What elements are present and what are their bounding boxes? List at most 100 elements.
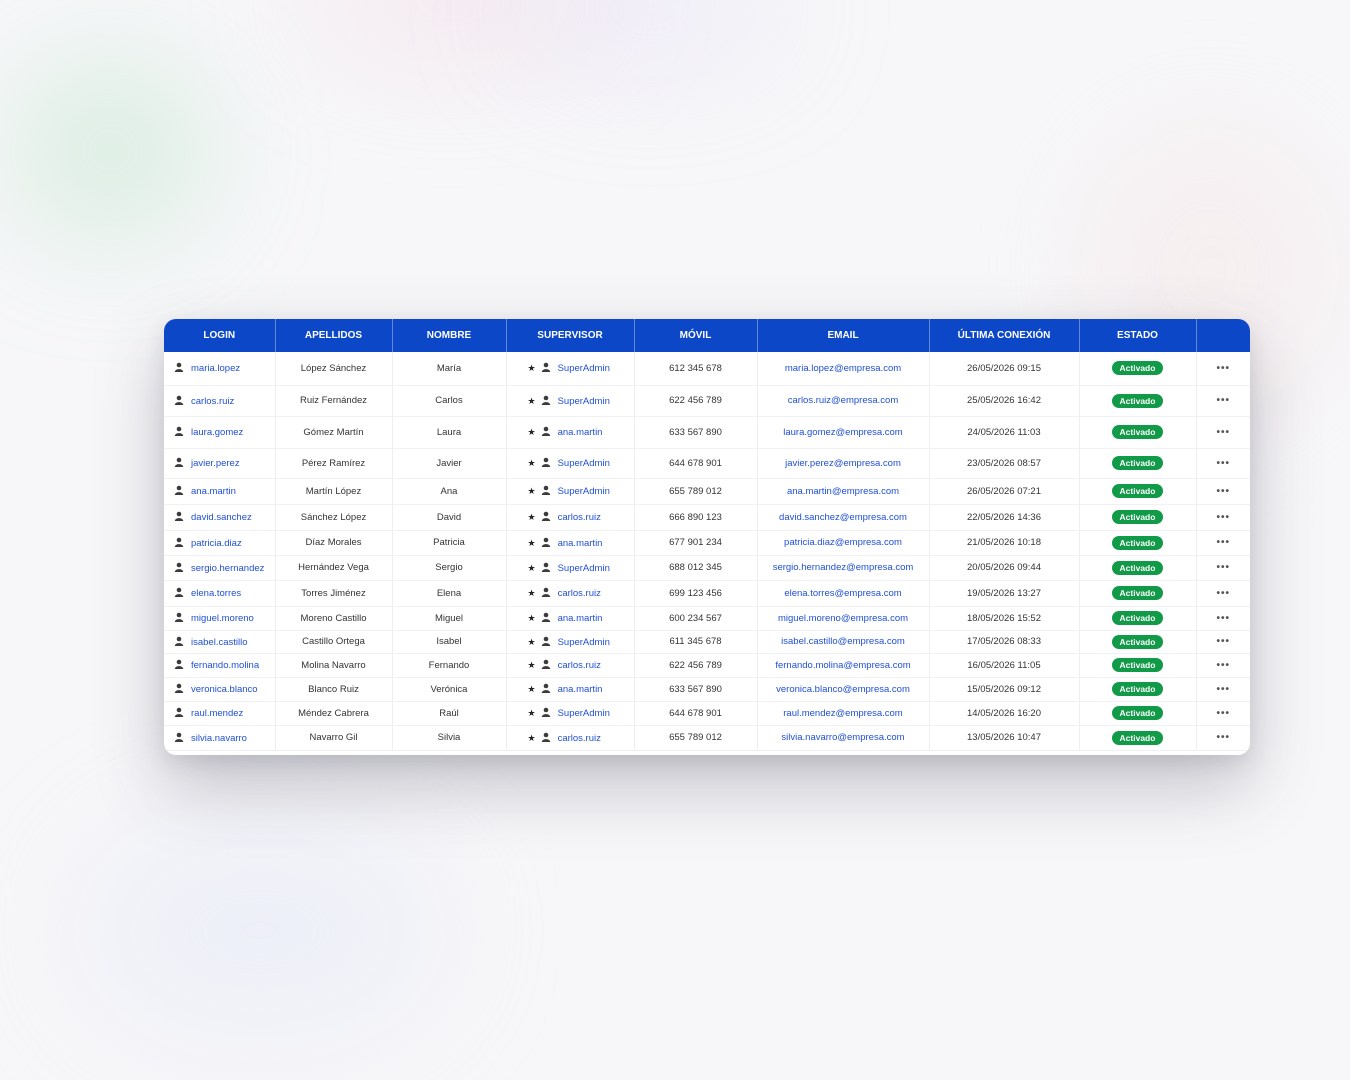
supervisor-link[interactable]: SuperAdmin: [558, 363, 610, 374]
email-link[interactable]: raul.mendez@empresa.com: [783, 708, 902, 719]
email-link[interactable]: elena.torres@empresa.com: [784, 588, 901, 599]
star-icon: ★: [527, 562, 536, 573]
login-link[interactable]: miguel.moreno: [191, 613, 254, 624]
supervisor-link[interactable]: SuperAdmin: [558, 637, 610, 648]
email-link[interactable]: david.sanchez@empresa.com: [779, 512, 907, 523]
cell-email: isabel.castillo@empresa.com: [757, 630, 930, 654]
more-icon[interactable]: •••: [1216, 458, 1230, 469]
email-link[interactable]: fernando.molina@empresa.com: [775, 660, 910, 671]
cell-movil: 622 456 789: [634, 653, 758, 678]
cell-email: laura.gomez@empresa.com: [757, 416, 930, 449]
more-icon[interactable]: •••: [1216, 684, 1230, 695]
supervisor-link[interactable]: SuperAdmin: [558, 486, 610, 497]
login-link[interactable]: sergio.hernandez: [191, 563, 264, 574]
more-icon[interactable]: •••: [1216, 562, 1230, 573]
star-icon: ★: [527, 588, 536, 598]
more-icon[interactable]: •••: [1216, 636, 1230, 647]
cell-nombre: Fernando: [392, 653, 507, 678]
email-link[interactable]: ana.martin@empresa.com: [787, 486, 899, 497]
login-link[interactable]: ana.martin: [191, 486, 236, 497]
more-icon[interactable]: •••: [1216, 660, 1230, 671]
supervisor-link[interactable]: SuperAdmin: [558, 563, 610, 574]
cell-login: isabel.castillo: [164, 630, 276, 654]
login-link[interactable]: fernando.molina: [191, 660, 259, 671]
column-header-apellidos[interactable]: APELLIDOS: [275, 319, 393, 352]
supervisor-link[interactable]: SuperAdmin: [558, 708, 610, 719]
cell-estado: Activado: [1079, 448, 1197, 479]
cell-supervisor: ★ SuperAdmin: [506, 352, 635, 386]
cell-apellidos: Martín López: [275, 478, 393, 505]
more-icon[interactable]: •••: [1216, 588, 1230, 599]
login-link[interactable]: javier.perez: [191, 458, 240, 469]
cell-movil: 699 123 456: [634, 580, 758, 607]
more-icon[interactable]: •••: [1216, 512, 1230, 523]
more-icon[interactable]: •••: [1216, 486, 1230, 497]
more-icon[interactable]: •••: [1216, 427, 1230, 438]
users-table: LOGIN APELLIDOS NOMBRE SUPERVISOR MÓVIL …: [164, 319, 1250, 751]
column-header-ultima-conexion[interactable]: ÚLTIMA CONEXIÓN: [929, 319, 1080, 352]
more-icon[interactable]: •••: [1216, 537, 1230, 548]
email-link[interactable]: laura.gomez@empresa.com: [783, 427, 902, 438]
supervisor-link[interactable]: carlos.ruiz: [558, 512, 601, 523]
login-link[interactable]: silvia.navarro: [191, 733, 247, 744]
user-icon: [174, 732, 184, 742]
cell-actions: •••: [1196, 385, 1250, 417]
login-link[interactable]: maria.lopez: [191, 363, 240, 374]
supervisor-link[interactable]: carlos.ruiz: [558, 733, 601, 744]
supervisor-link[interactable]: ana.martin: [558, 684, 603, 695]
table-row: david.sanchez Sánchez López David ★ carlos.r…: [164, 504, 1250, 531]
email-link[interactable]: veronica.blanco@empresa.com: [776, 684, 910, 695]
login-link[interactable]: laura.gomez: [191, 427, 243, 438]
email-link[interactable]: javier.perez@empresa.com: [785, 458, 901, 469]
cell-login: veronica.blanco: [164, 677, 276, 702]
column-header-estado[interactable]: ESTADO: [1079, 319, 1197, 352]
email-link[interactable]: silvia.navarro@empresa.com: [781, 732, 904, 743]
cell-movil: 611 345 678: [634, 630, 758, 654]
more-icon[interactable]: •••: [1216, 732, 1230, 743]
supervisor-link[interactable]: SuperAdmin: [558, 396, 610, 407]
column-header-login[interactable]: LOGIN: [164, 319, 276, 352]
star-icon: ★: [527, 684, 536, 694]
user-icon: [541, 511, 551, 521]
login-link[interactable]: raul.mendez: [191, 708, 243, 719]
login-link[interactable]: elena.torres: [191, 588, 241, 599]
cell-nombre: Elena: [392, 580, 507, 607]
email-link[interactable]: sergio.hernandez@empresa.com: [773, 562, 914, 573]
login-link[interactable]: carlos.ruiz: [191, 396, 234, 407]
cell-apellidos: Blanco Ruiz: [275, 677, 393, 702]
supervisor-link[interactable]: carlos.ruiz: [558, 588, 601, 599]
email-link[interactable]: isabel.castillo@empresa.com: [781, 636, 905, 647]
cell-ultima-conexion: 25/05/2026 16:42: [929, 385, 1080, 417]
column-header-nombre[interactable]: NOMBRE: [392, 319, 507, 352]
supervisor-link[interactable]: carlos.ruiz: [558, 660, 601, 671]
users-table-card: LOGIN APELLIDOS NOMBRE SUPERVISOR MÓVIL …: [164, 319, 1250, 755]
user-icon: [541, 485, 551, 495]
more-icon[interactable]: •••: [1216, 708, 1230, 719]
supervisor-link[interactable]: ana.martin: [558, 427, 603, 438]
supervisor-link[interactable]: ana.martin: [558, 613, 603, 624]
cell-login: fernando.molina: [164, 653, 276, 678]
column-header-email[interactable]: EMAIL: [757, 319, 930, 352]
more-icon[interactable]: •••: [1216, 395, 1230, 406]
more-icon[interactable]: •••: [1216, 613, 1230, 624]
user-icon: [174, 587, 184, 597]
cell-email: veronica.blanco@empresa.com: [757, 677, 930, 702]
cell-nombre: Javier: [392, 448, 507, 479]
email-link[interactable]: patricia.diaz@empresa.com: [784, 537, 902, 548]
supervisor-link[interactable]: SuperAdmin: [558, 458, 610, 469]
email-link[interactable]: miguel.moreno@empresa.com: [778, 613, 908, 624]
login-link[interactable]: david.sanchez: [191, 512, 252, 523]
email-link[interactable]: carlos.ruiz@empresa.com: [788, 395, 898, 406]
user-icon: [541, 537, 551, 547]
login-link[interactable]: patricia.diaz: [191, 538, 242, 549]
user-icon: [541, 612, 551, 622]
column-header-movil[interactable]: MÓVIL: [634, 319, 758, 352]
table-row: raul.mendez Méndez Cabrera Raúl ★ SuperAdmin…: [164, 701, 1250, 726]
supervisor-link[interactable]: ana.martin: [558, 538, 603, 549]
column-header-supervisor[interactable]: SUPERVISOR: [506, 319, 635, 352]
login-link[interactable]: veronica.blanco: [191, 684, 258, 695]
cell-estado: Activado: [1079, 677, 1197, 702]
login-link[interactable]: isabel.castillo: [191, 637, 248, 648]
more-icon[interactable]: •••: [1216, 363, 1230, 374]
email-link[interactable]: maria.lopez@empresa.com: [785, 363, 901, 374]
